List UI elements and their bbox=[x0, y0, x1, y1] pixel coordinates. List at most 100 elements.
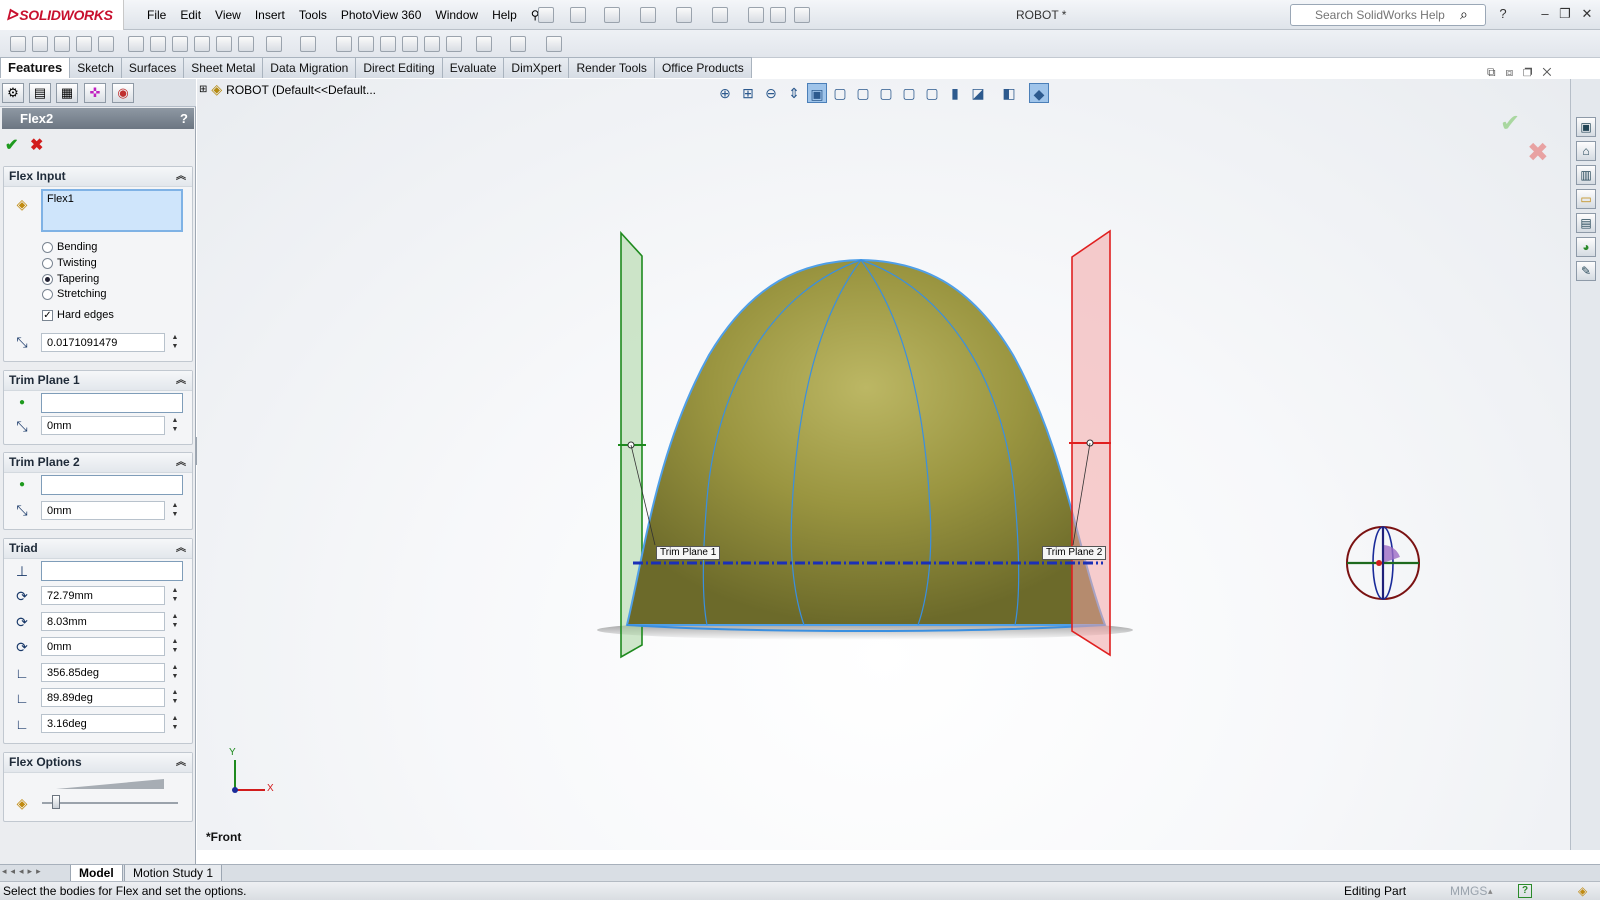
search-magnifier-icon[interactable]: ⌕ bbox=[1460, 6, 1468, 23]
trim-plane-2-distance[interactable]: 0mm bbox=[41, 501, 165, 520]
triad-rot-y-field[interactable]: 89.89deg bbox=[41, 688, 165, 707]
menu-edit[interactable]: Edit bbox=[173, 0, 208, 30]
new-document-icon[interactable] bbox=[538, 7, 554, 23]
property-manager-icon[interactable]: ▤ bbox=[29, 83, 51, 103]
configuration-manager-icon[interactable]: ▦ bbox=[56, 83, 78, 103]
group-header[interactable]: Flex Options ︽ bbox=[4, 753, 192, 773]
taper-factor-field[interactable]: 0.0171091479 bbox=[41, 333, 165, 352]
tab-render-tools[interactable]: Render Tools bbox=[569, 57, 655, 78]
triad-y-field[interactable]: 8.03mm bbox=[41, 612, 165, 631]
twisting-radio[interactable] bbox=[42, 257, 53, 269]
triad-rot-z-field[interactable]: 3.16deg bbox=[41, 714, 165, 733]
swept-boss-icon[interactable] bbox=[54, 36, 70, 52]
trim-plane-1-distance[interactable]: 0mm bbox=[41, 416, 165, 435]
rot-x-spinner[interactable]: ▲ ▼ bbox=[170, 663, 180, 682]
bending-option[interactable]: Bending bbox=[42, 241, 97, 253]
file-explorer-icon[interactable]: ▭ bbox=[1576, 189, 1596, 209]
bending-radio[interactable] bbox=[42, 241, 53, 253]
reference-geometry-icon[interactable] bbox=[476, 36, 492, 52]
tile-icon[interactable]: ⧉ bbox=[1487, 65, 1496, 79]
close-icon[interactable]: ✕ bbox=[1578, 6, 1596, 22]
group-header[interactable]: Trim Plane 2 ︽ bbox=[4, 453, 192, 473]
menu-insert[interactable]: Insert bbox=[248, 0, 292, 30]
triad-z-spinner[interactable]: ▲ ▼ bbox=[170, 637, 180, 656]
undo-icon[interactable] bbox=[676, 7, 692, 23]
menu-view[interactable]: View bbox=[208, 0, 248, 30]
custom-properties-icon[interactable]: ✎ bbox=[1576, 261, 1596, 281]
tab-model[interactable]: Model bbox=[70, 865, 123, 882]
tab-scroll-buttons[interactable]: ◂◂◂▸▸ bbox=[2, 866, 45, 877]
restore-icon[interactable]: ❐ bbox=[1523, 65, 1532, 79]
stretching-radio[interactable] bbox=[42, 288, 53, 300]
lofted-boss-icon[interactable] bbox=[76, 36, 92, 52]
tab-office-products[interactable]: Office Products bbox=[654, 57, 752, 78]
quick-tips-icon[interactable]: ? bbox=[1518, 884, 1532, 898]
tab-features[interactable]: Features bbox=[0, 57, 71, 78]
menu-photoview[interactable]: PhotoView 360 bbox=[334, 0, 429, 30]
group-header[interactable]: Trim Plane 1 ︽ bbox=[4, 371, 192, 391]
rebuild-status-icon[interactable]: ◈ bbox=[1578, 882, 1587, 900]
design-library-icon[interactable]: ▥ bbox=[1576, 165, 1596, 185]
select-icon[interactable] bbox=[712, 7, 728, 23]
tab-evaluate[interactable]: Evaluate bbox=[442, 57, 505, 78]
menu-tools[interactable]: Tools bbox=[292, 0, 334, 30]
extruded-cut-icon[interactable] bbox=[128, 36, 144, 52]
search-box[interactable] bbox=[1290, 4, 1486, 26]
menu-help[interactable]: Help bbox=[485, 0, 524, 30]
dome-icon[interactable] bbox=[424, 36, 440, 52]
tab-motion-study-1[interactable]: Motion Study 1 bbox=[124, 865, 223, 882]
boundary-cut-icon[interactable] bbox=[238, 36, 254, 52]
trim-plane-2-callout[interactable]: Trim Plane 2 bbox=[1042, 546, 1107, 560]
close-icon[interactable]: ✕ bbox=[1542, 65, 1551, 79]
split-icon[interactable]: ⧈ bbox=[1506, 65, 1514, 79]
shell-icon[interactable] bbox=[380, 36, 396, 52]
collapse-icon[interactable]: ︽ bbox=[176, 753, 186, 772]
wrap-icon[interactable] bbox=[402, 36, 418, 52]
graphics-area[interactable]: ⊞ ◈ ROBOT (Default<<Default... ⊕ ⊞ ⊖ ⇕ ▣… bbox=[197, 65, 1570, 850]
swept-cut-icon[interactable] bbox=[194, 36, 210, 52]
twisting-option[interactable]: Twisting bbox=[42, 257, 97, 269]
menu-file[interactable]: File bbox=[140, 0, 173, 30]
extruded-boss-icon[interactable] bbox=[10, 36, 26, 52]
mirror-icon[interactable] bbox=[446, 36, 462, 52]
triad-selection[interactable] bbox=[41, 561, 183, 581]
collapse-icon[interactable]: ︽ bbox=[176, 539, 186, 558]
collapse-icon[interactable]: ︽ bbox=[176, 371, 186, 390]
triad-rot-x-field[interactable]: 356.85deg bbox=[41, 663, 165, 682]
rot-z-spinner[interactable]: ▲ ▼ bbox=[170, 714, 180, 733]
collapse-icon[interactable]: ︽ bbox=[176, 453, 186, 472]
linear-pattern-icon[interactable] bbox=[300, 36, 316, 52]
instant3d-icon[interactable] bbox=[546, 36, 562, 52]
tab-data-migration[interactable]: Data Migration bbox=[263, 57, 357, 78]
group-header[interactable]: Flex Input ︽ bbox=[4, 167, 192, 187]
boundary-boss-icon[interactable] bbox=[98, 36, 114, 52]
minimize-icon[interactable]: – bbox=[1536, 6, 1554, 22]
hard-edges-option[interactable]: ✓ Hard edges bbox=[42, 309, 114, 321]
resources-icon[interactable]: ▣ bbox=[1576, 117, 1596, 137]
tapering-radio[interactable] bbox=[42, 273, 53, 285]
tab-sheet-metal[interactable]: Sheet Metal bbox=[184, 57, 264, 78]
home-icon[interactable]: ⌂ bbox=[1576, 141, 1596, 161]
triad-x-field[interactable]: 72.79mm bbox=[41, 586, 165, 605]
cancel-button[interactable]: ✖ bbox=[30, 135, 43, 155]
lofted-cut-icon[interactable] bbox=[216, 36, 232, 52]
file-properties-icon[interactable] bbox=[770, 7, 786, 23]
reference-triad[interactable] bbox=[1346, 526, 1420, 600]
draft-icon[interactable] bbox=[358, 36, 374, 52]
accuracy-slider-thumb[interactable] bbox=[51, 795, 60, 809]
tapering-option[interactable]: Tapering bbox=[42, 273, 99, 285]
trim-plane-1-callout[interactable]: Trim Plane 1 bbox=[656, 546, 721, 560]
options-icon[interactable] bbox=[794, 7, 810, 23]
triad-x-spinner[interactable]: ▲ ▼ bbox=[170, 586, 180, 605]
revolved-cut-icon[interactable] bbox=[172, 36, 188, 52]
distance-spinner[interactable]: ▲ ▼ bbox=[170, 416, 180, 435]
ok-button[interactable]: ✔ bbox=[5, 135, 18, 155]
taper-factor-spinner[interactable]: ▲ ▼ bbox=[170, 333, 180, 352]
stretching-option[interactable]: Stretching bbox=[42, 288, 107, 300]
help-icon[interactable]: ? bbox=[1494, 6, 1512, 22]
search-input[interactable] bbox=[1315, 8, 1465, 22]
hard-edges-checkbox[interactable]: ✓ bbox=[42, 309, 53, 321]
group-header[interactable]: Triad ︽ bbox=[4, 539, 192, 559]
dimxpert-manager-icon[interactable]: ✜ bbox=[84, 83, 106, 103]
feature-tree-icon[interactable]: ⚙ bbox=[2, 83, 24, 103]
